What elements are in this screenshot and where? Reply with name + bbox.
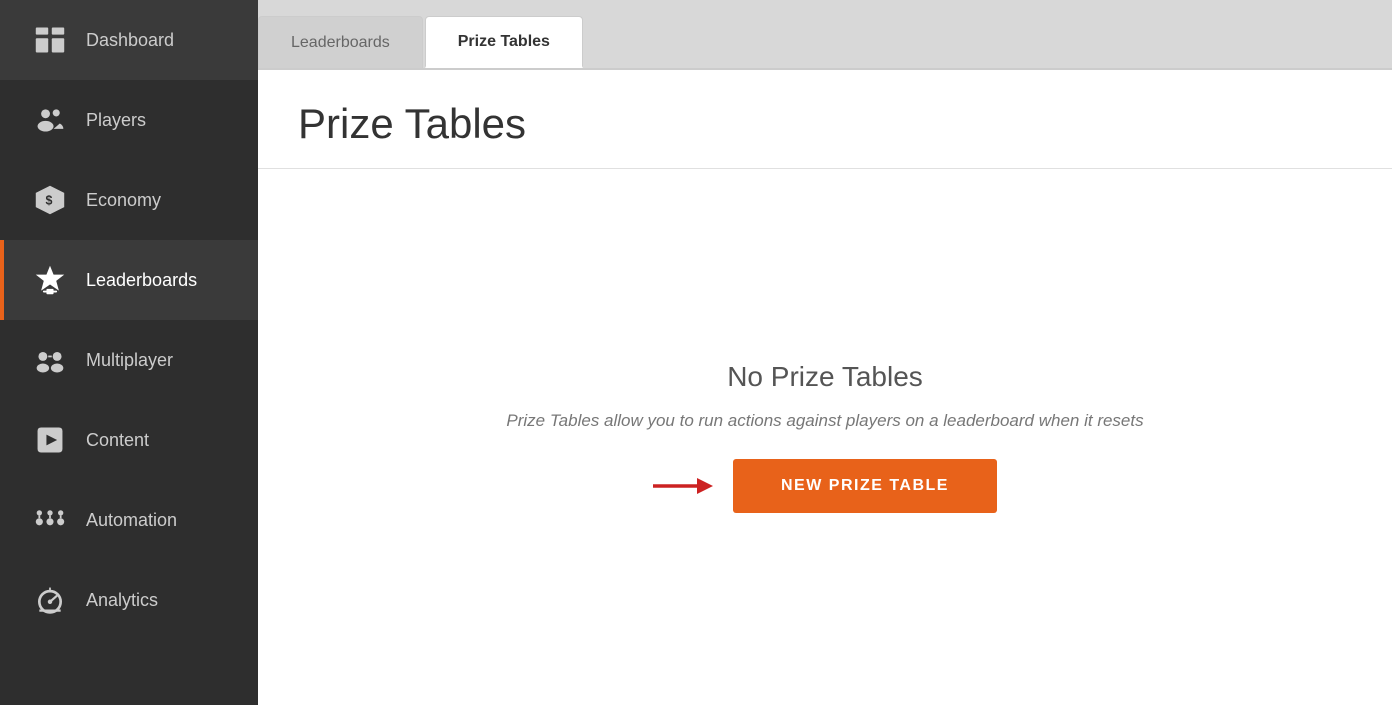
sidebar-item-multiplayer[interactable]: Multiplayer [0, 320, 258, 400]
sidebar-item-automation-label: Automation [86, 510, 177, 531]
leaderboards-icon [32, 262, 68, 298]
sidebar-item-economy-label: Economy [86, 190, 161, 211]
empty-state-title: No Prize Tables [727, 361, 923, 393]
tabs-bar: Leaderboards Prize Tables [258, 0, 1392, 70]
sidebar-item-leaderboards[interactable]: Leaderboards [0, 240, 258, 320]
main-content: Leaderboards Prize Tables Prize Tables N… [258, 0, 1392, 705]
sidebar-item-dashboard-label: Dashboard [86, 30, 174, 51]
players-icon [32, 102, 68, 138]
economy-icon: $ [32, 182, 68, 218]
tab-prize-tables[interactable]: Prize Tables [425, 16, 583, 68]
content-icon [32, 422, 68, 458]
analytics-icon [32, 582, 68, 618]
sidebar-item-multiplayer-label: Multiplayer [86, 350, 173, 371]
tab-leaderboards[interactable]: Leaderboards [258, 16, 423, 68]
sidebar-item-dashboard[interactable]: Dashboard [0, 0, 258, 80]
sidebar-item-analytics[interactable]: Analytics [0, 560, 258, 640]
page-title: Prize Tables [298, 100, 1352, 148]
automation-icon [32, 502, 68, 538]
cta-row: NEW PRIZE TABLE [653, 459, 997, 513]
arrow-right-icon [653, 472, 713, 500]
sidebar-item-economy[interactable]: $ Economy [0, 160, 258, 240]
empty-state-description: Prize Tables allow you to run actions ag… [506, 411, 1143, 431]
sidebar-item-leaderboards-label: Leaderboards [86, 270, 197, 291]
content-header: Prize Tables [258, 70, 1392, 169]
multiplayer-icon [32, 342, 68, 378]
sidebar-item-players[interactable]: Players [0, 80, 258, 160]
dashboard-icon [32, 22, 68, 58]
sidebar-item-content-label: Content [86, 430, 149, 451]
svg-text:$: $ [46, 193, 53, 207]
sidebar-item-players-label: Players [86, 110, 146, 131]
sidebar: Dashboard Players $ Economy [0, 0, 258, 705]
empty-state: No Prize Tables Prize Tables allow you t… [258, 169, 1392, 705]
sidebar-item-content[interactable]: Content [0, 400, 258, 480]
sidebar-item-automation[interactable]: Automation [0, 480, 258, 560]
content-area: Prize Tables No Prize Tables Prize Table… [258, 70, 1392, 705]
new-prize-table-button[interactable]: NEW PRIZE TABLE [733, 459, 997, 513]
sidebar-item-analytics-label: Analytics [86, 590, 158, 611]
